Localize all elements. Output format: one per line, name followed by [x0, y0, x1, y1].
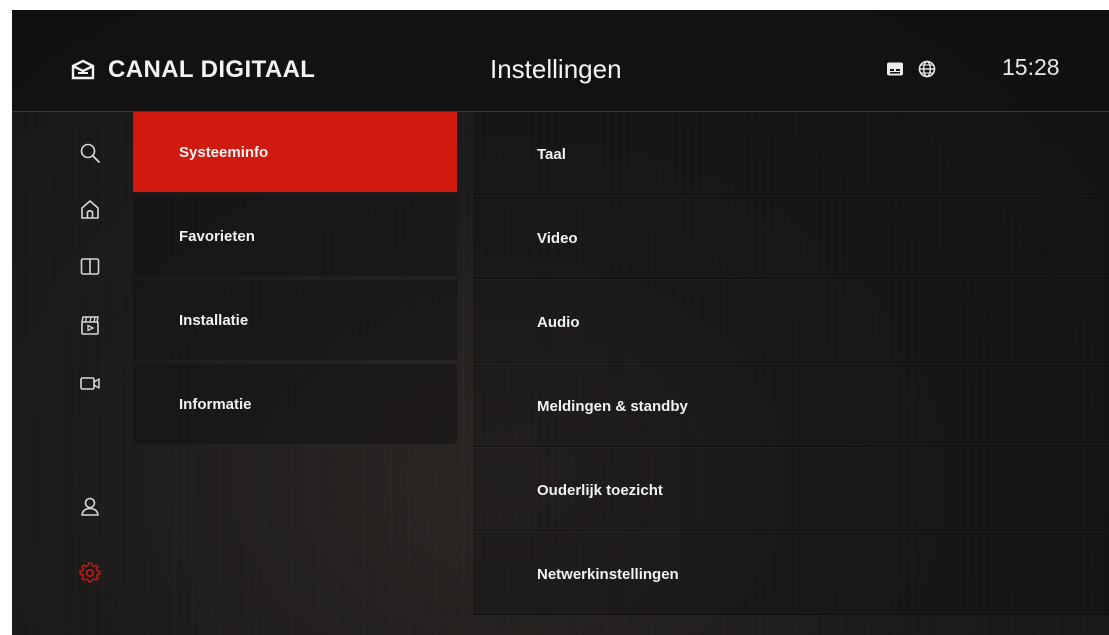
logo-text: CANAL DIGITAAL [108, 56, 316, 83]
submenu-item-video[interactable]: Video [473, 196, 1109, 279]
submenu-item-taal[interactable]: Taal [473, 112, 1109, 195]
submenu-item-ouderlijk-toezicht[interactable]: Ouderlijk toezicht [473, 448, 1109, 531]
menu-item-label: Favorieten [179, 228, 255, 245]
clock: 15:28 [1002, 54, 1060, 80]
submenu-item-label: Video [537, 230, 578, 247]
book-icon[interactable] [70, 248, 110, 284]
submenu-item-meldingen-standby[interactable]: Meldingen & standby [473, 364, 1109, 447]
menu-item-label: Systeeminfo [179, 144, 269, 161]
top-bar: CANAL DIGITAAL Instellingen 15:28 [12, 10, 1109, 112]
page-title: Instellingen [490, 54, 622, 84]
menu-item-favorieten[interactable]: Favorieten [133, 196, 457, 276]
subtitles-icon [886, 61, 904, 82]
tv-screen: CANAL DIGITAAL Instellingen 15:28 Systee… [12, 10, 1109, 635]
submenu-item-label: Audio [537, 314, 580, 331]
submenu-item-netwerkinstellingen[interactable]: Netwerkinstellingen [473, 532, 1109, 615]
search-icon[interactable] [70, 135, 110, 171]
submenu-item-label: Ouderlijk toezicht [537, 482, 663, 499]
video-camera-icon[interactable] [70, 365, 110, 401]
menu-item-informatie[interactable]: Informatie [133, 364, 457, 444]
canal-digitaal-logo: CANAL DIGITAAL [70, 56, 316, 83]
submenu-item-label: Meldingen & standby [537, 398, 688, 415]
home-icon[interactable] [70, 191, 110, 227]
menu-item-label: Informatie [179, 396, 252, 413]
menu-item-systeeminfo[interactable]: Systeeminfo [133, 112, 457, 192]
gear-icon[interactable] [70, 555, 110, 591]
user-icon[interactable] [70, 488, 110, 524]
submenu-item-label: Taal [537, 146, 566, 163]
menu-item-installatie[interactable]: Installatie [133, 280, 457, 360]
submenu-item-label: Netwerkinstellingen [537, 566, 679, 583]
submenu-item-audio[interactable]: Audio [473, 280, 1109, 363]
logo-mark-icon [71, 59, 95, 80]
status-icons [886, 60, 936, 83]
globe-icon [918, 60, 936, 83]
menu-item-label: Installatie [179, 312, 249, 329]
clapperboard-icon[interactable] [70, 307, 110, 343]
